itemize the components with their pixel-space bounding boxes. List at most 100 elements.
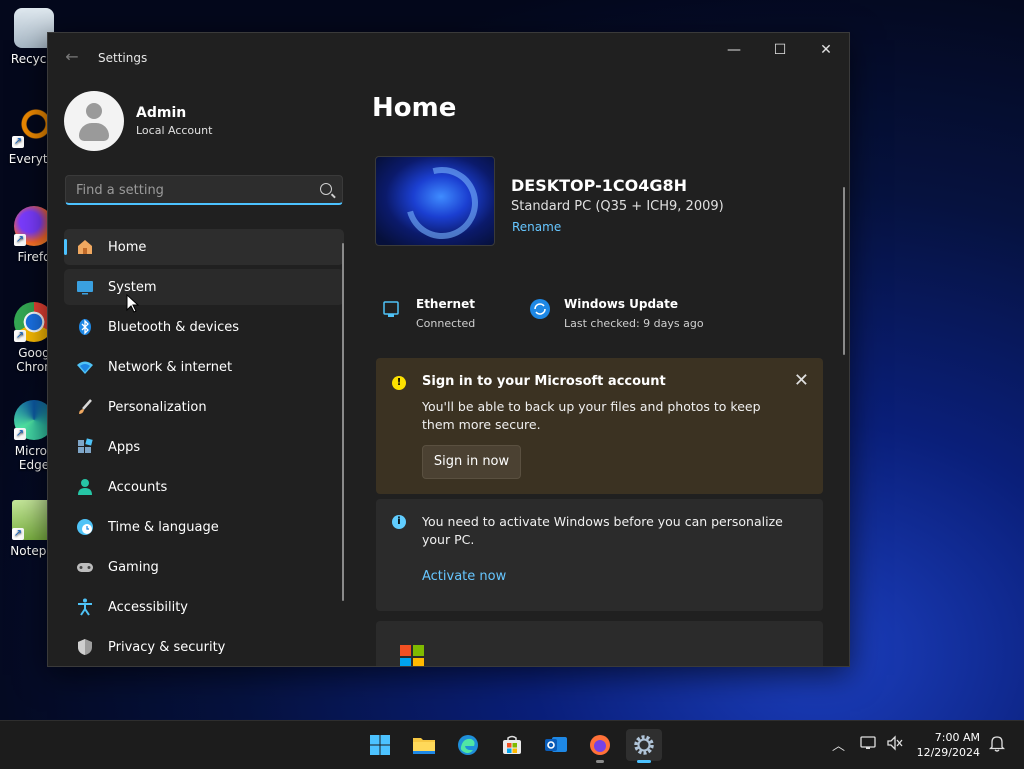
firefox-taskbar-button[interactable] bbox=[582, 729, 618, 763]
show-hidden-icons-chevron-icon[interactable]: ︿ bbox=[832, 735, 845, 754]
close-icon: ✕ bbox=[820, 42, 832, 58]
firefox-icon bbox=[590, 735, 610, 755]
microsoft-account-card: ! Sign in to your Microsoft account You'… bbox=[376, 358, 823, 494]
warning-icon: ! bbox=[392, 376, 406, 390]
sidebar-item-label: Network & internet bbox=[108, 359, 233, 375]
sidebar-item-label: Apps bbox=[108, 439, 141, 455]
store-icon bbox=[503, 735, 521, 754]
window-title: Settings bbox=[98, 51, 148, 65]
ethernet-title: Ethernet bbox=[416, 297, 475, 311]
taskbar-clock[interactable]: 7:00 AM 12/29/2024 bbox=[917, 730, 980, 760]
taskbar: ︿ 7:00 AM 12/29/2024 bbox=[0, 720, 1024, 769]
main-content: Home DESKTOP-1CO4G8H Standard PC (Q35 + … bbox=[348, 83, 848, 666]
store-taskbar-button[interactable] bbox=[494, 729, 530, 761]
sidebar-item-label: Time & language bbox=[108, 519, 219, 535]
device-name: DESKTOP-1CO4G8H bbox=[511, 176, 687, 195]
gamepad-icon bbox=[74, 556, 96, 578]
settings-window: ← Settings — ☐ ✕ Admin Local Account Fin… bbox=[47, 32, 850, 667]
everything-search-icon: ↗ bbox=[12, 108, 52, 148]
sidebar-item-privacy-security[interactable]: Privacy & security bbox=[64, 629, 344, 665]
windows-update-status[interactable]: Windows Update Last checked: 9 days ago bbox=[528, 297, 704, 330]
back-arrow-icon: ← bbox=[65, 47, 79, 66]
sidebar-item-label: Gaming bbox=[108, 559, 159, 575]
apps-icon bbox=[74, 436, 96, 458]
sidebar-item-label: Privacy & security bbox=[108, 639, 226, 655]
avatar bbox=[64, 91, 124, 151]
windows-logo-icon bbox=[370, 735, 390, 755]
running-indicator bbox=[596, 760, 604, 763]
selection-indicator bbox=[64, 239, 67, 255]
activate-windows-card: i You need to activate Windows before yo… bbox=[376, 499, 823, 611]
windows-update-subtitle: Last checked: 9 days ago bbox=[564, 317, 704, 330]
sidebar-item-system[interactable]: System bbox=[64, 269, 344, 305]
page-title: Home bbox=[372, 93, 457, 123]
outlook-taskbar-button[interactable] bbox=[538, 729, 574, 761]
shield-icon bbox=[74, 636, 96, 658]
shortcut-arrow-icon: ↗ bbox=[14, 234, 26, 246]
activate-now-link[interactable]: Activate now bbox=[422, 569, 506, 584]
back-button[interactable]: ← bbox=[62, 47, 82, 67]
profile-name: Admin bbox=[136, 105, 187, 121]
sidebar-item-label: Bluetooth & devices bbox=[108, 319, 239, 335]
signin-card-body: You'll be able to back up your files and… bbox=[422, 399, 761, 432]
main-scrollbar[interactable] bbox=[843, 187, 845, 355]
folder-icon bbox=[413, 738, 435, 754]
sidebar-nav: Home System Bluetooth & devices Network … bbox=[64, 229, 344, 666]
dismiss-close-icon[interactable]: ✕ bbox=[794, 370, 809, 391]
device-model: Standard PC (Q35 + ICH9, 2009) bbox=[511, 199, 724, 214]
user-profile[interactable]: Admin Local Account bbox=[64, 91, 212, 151]
maximize-icon: ☐ bbox=[773, 42, 787, 58]
close-button[interactable]: ✕ bbox=[803, 33, 849, 67]
brush-icon bbox=[74, 396, 96, 418]
edge-icon bbox=[458, 735, 478, 755]
sidebar-item-accessibility[interactable]: Accessibility bbox=[64, 589, 344, 625]
sidebar-scrollbar[interactable] bbox=[342, 243, 344, 601]
sign-in-now-button[interactable]: Sign in now bbox=[422, 445, 521, 479]
notification-bell-icon[interactable] bbox=[988, 734, 1006, 756]
sidebar-item-label: System bbox=[108, 279, 157, 295]
info-icon: i bbox=[392, 515, 406, 529]
volume-muted-icon[interactable] bbox=[886, 735, 904, 755]
rename-link[interactable]: Rename bbox=[512, 220, 561, 234]
device-wallpaper-thumbnail bbox=[375, 156, 495, 246]
search-icon[interactable] bbox=[320, 183, 332, 195]
profile-account-type: Local Account bbox=[136, 124, 213, 137]
windows-update-icon bbox=[528, 297, 552, 321]
sidebar-item-network[interactable]: Network & internet bbox=[64, 349, 344, 385]
home-icon bbox=[74, 236, 96, 258]
bluetooth-icon bbox=[74, 316, 96, 338]
sidebar-item-accounts[interactable]: Accounts bbox=[64, 469, 344, 505]
shortcut-arrow-icon: ↗ bbox=[14, 330, 26, 342]
shortcut-arrow-icon: ↗ bbox=[14, 428, 26, 440]
globe-clock-icon bbox=[74, 516, 96, 538]
start-button[interactable] bbox=[362, 729, 398, 761]
sidebar-item-label: Accounts bbox=[108, 479, 168, 495]
clock-time: 7:00 AM bbox=[934, 731, 980, 744]
sidebar-item-label: Accessibility bbox=[108, 599, 188, 615]
edge-taskbar-button[interactable] bbox=[450, 729, 486, 761]
sidebar-item-time-language[interactable]: Time & language bbox=[64, 509, 344, 545]
sidebar-item-bluetooth[interactable]: Bluetooth & devices bbox=[64, 309, 344, 345]
search-input[interactable] bbox=[66, 176, 326, 204]
sidebar-item-personalization[interactable]: Personalization bbox=[64, 389, 344, 425]
minimize-button[interactable]: — bbox=[711, 33, 757, 67]
windows-update-title: Windows Update bbox=[564, 297, 679, 311]
microsoft-365-card bbox=[376, 621, 823, 666]
maximize-button[interactable]: ☐ bbox=[757, 33, 803, 67]
notepad-icon: ↗ bbox=[12, 500, 52, 540]
clock-date: 12/29/2024 bbox=[916, 746, 980, 759]
running-indicator bbox=[637, 760, 651, 763]
sidebar-item-apps[interactable]: Apps bbox=[64, 429, 344, 465]
network-tray-icon[interactable] bbox=[860, 735, 878, 755]
search-box bbox=[65, 175, 343, 205]
activate-card-body: You need to activate Windows before you … bbox=[422, 514, 783, 547]
ethernet-status[interactable]: Ethernet Connected bbox=[380, 297, 475, 330]
device-card: DESKTOP-1CO4G8H Standard PC (Q35 + ICH9,… bbox=[375, 156, 825, 248]
settings-taskbar-button[interactable] bbox=[626, 729, 662, 763]
sidebar-item-home[interactable]: Home bbox=[64, 229, 344, 265]
gear-icon bbox=[634, 735, 654, 755]
accounts-icon bbox=[74, 476, 96, 498]
file-explorer-taskbar-button[interactable] bbox=[406, 729, 442, 761]
sidebar-item-gaming[interactable]: Gaming bbox=[64, 549, 344, 585]
minimize-icon: — bbox=[727, 42, 741, 58]
